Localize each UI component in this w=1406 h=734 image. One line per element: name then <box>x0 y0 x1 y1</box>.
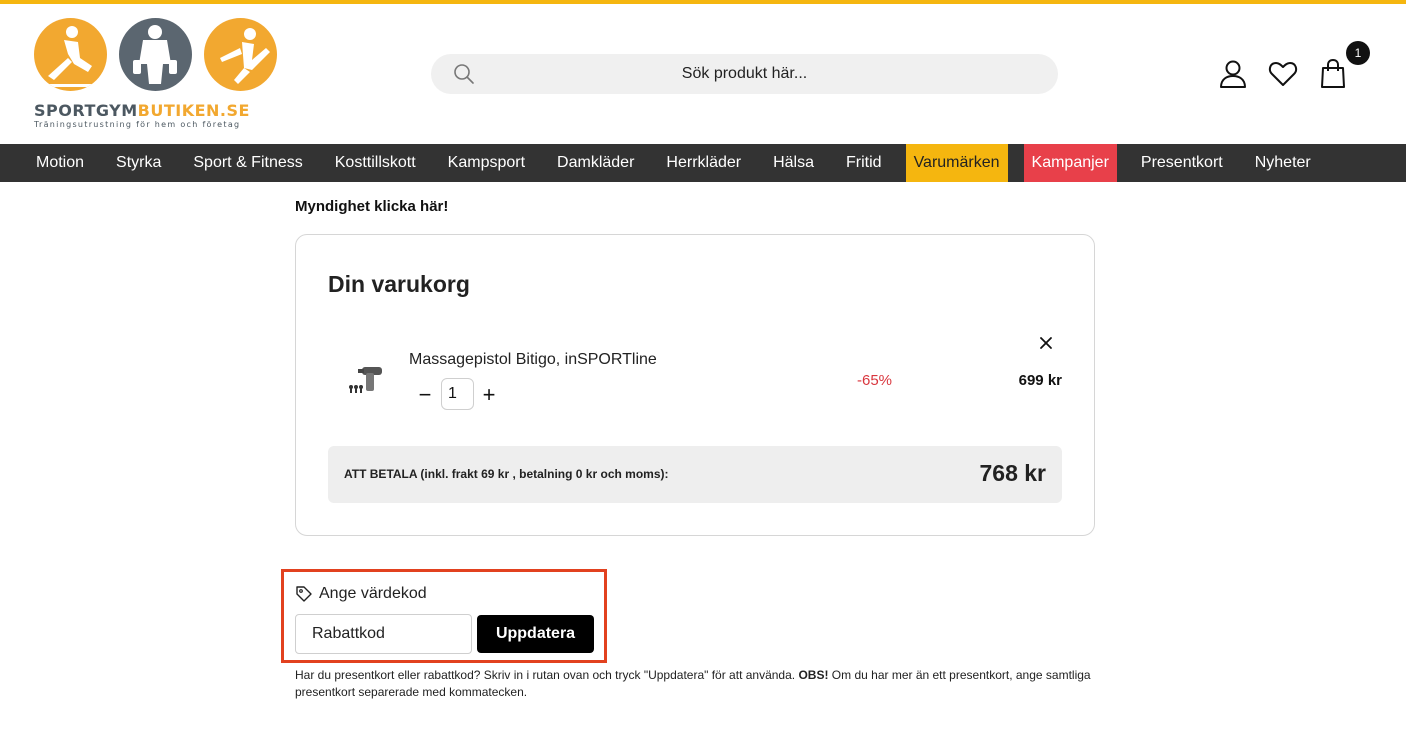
help-text-part1: Har du presentkort eller rabattkod? Skri… <box>295 668 796 682</box>
brand-name: SPORTGYMBUTIKEN.SE <box>34 103 280 119</box>
nav-item-kampanjer[interactable]: Kampanjer <box>1023 144 1117 182</box>
voucher-label-text: Ange värdekod <box>319 585 427 602</box>
total-label: ATT BETALA (inkl. frakt 69 kr , betalnin… <box>344 467 669 481</box>
nav-item-fritid[interactable]: Fritid <box>830 144 898 182</box>
update-button[interactable]: Uppdatera <box>477 615 594 653</box>
shopping-bag-icon[interactable] <box>1317 58 1349 90</box>
top-accent-bar <box>0 0 1406 4</box>
nav-item-halsa[interactable]: Hälsa <box>757 144 830 182</box>
quantity-decrease-button[interactable]: − <box>415 384 435 406</box>
discount-label: -65% <box>857 372 893 389</box>
voucher-label: Ange värdekod <box>295 585 427 603</box>
nav-item-kosttillskott[interactable]: Kosttillskott <box>319 144 432 182</box>
nav-item-kampsport[interactable]: Kampsport <box>432 144 541 182</box>
tag-icon <box>296 586 312 602</box>
nav-item-varumarken[interactable]: Varumärken <box>905 144 1008 182</box>
product-name[interactable]: Massagepistol Bitigo, inSPORTline <box>409 351 657 369</box>
logo-fitness-icon <box>34 18 107 91</box>
nav-item-sport-fitness[interactable]: Sport & Fitness <box>177 144 318 182</box>
cart-count-badge[interactable]: 1 <box>1346 41 1370 65</box>
nav-item-styrka[interactable]: Styrka <box>100 144 177 182</box>
nav-item-nyheter[interactable]: Nyheter <box>1239 144 1327 182</box>
main-navigation: Motion Styrka Sport & Fitness Kosttillsk… <box>0 144 1406 182</box>
search-bar[interactable]: Sök produkt här... <box>431 54 1058 94</box>
product-image[interactable] <box>348 359 388 399</box>
cart-title: Din varukorg <box>328 271 470 297</box>
nav-item-presentkort[interactable]: Presentkort <box>1125 144 1239 182</box>
item-price: 699 kr <box>1018 372 1062 389</box>
remove-item-icon[interactable] <box>1038 335 1054 351</box>
heart-icon[interactable] <box>1267 58 1299 90</box>
total-amount: 768 kr <box>979 460 1046 486</box>
brand-name-part2: BUTIKEN.SE <box>137 101 250 120</box>
user-icon[interactable] <box>1217 58 1249 90</box>
voucher-code-input[interactable] <box>295 614 472 654</box>
logo-kick-icon <box>204 18 277 91</box>
cart-panel: Din varukorg Massagepistol Bitigo, inSPO… <box>295 234 1095 536</box>
nav-item-herrklader[interactable]: Herrkläder <box>650 144 757 182</box>
nav-item-motion[interactable]: Motion <box>20 144 100 182</box>
logo-circles <box>34 18 280 91</box>
authority-link[interactable]: Myndighet klicka här! <box>295 198 448 215</box>
search-placeholder[interactable]: Sök produkt här... <box>431 65 1058 83</box>
logo-weights-icon <box>119 18 192 91</box>
brand-name-part1: SPORTGYM <box>34 101 138 120</box>
site-logo[interactable]: SPORTGYMBUTIKEN.SE Träningsutrustning fö… <box>34 18 280 130</box>
help-text-bold: OBS! <box>798 668 829 682</box>
quantity-increase-button[interactable]: + <box>479 384 499 406</box>
total-summary: ATT BETALA (inkl. frakt 69 kr , betalnin… <box>328 446 1062 503</box>
quantity-input[interactable] <box>441 378 474 410</box>
voucher-help-text: Har du presentkort eller rabattkod? Skri… <box>295 667 1095 701</box>
nav-item-damklader[interactable]: Damkläder <box>541 144 650 182</box>
brand-tagline: Träningsutrustning för hem och företag <box>34 120 241 129</box>
